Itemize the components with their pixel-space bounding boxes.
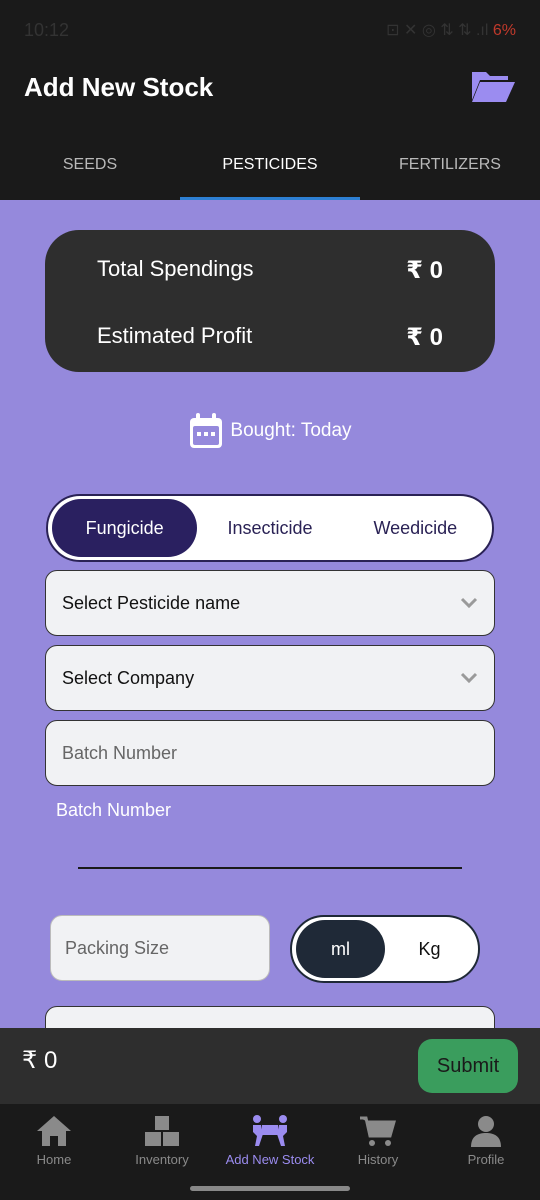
bought-date-text: Bought: Today xyxy=(230,420,352,441)
home-icon xyxy=(37,1116,71,1146)
status-icons: ⊡ ✕ ◎ ⇅ ⇅ .ıl xyxy=(386,22,489,39)
status-indicators: ⊡ ✕ ◎ ⇅ ⇅ .ıl 6% xyxy=(386,20,516,40)
estimated-profit-label: Estimated Profit xyxy=(97,323,253,348)
batch-number-input[interactable]: Batch Number xyxy=(45,720,495,786)
batch-number-helper: Batch Number xyxy=(56,800,172,820)
divider xyxy=(78,867,462,869)
chevron-down-icon xyxy=(460,597,478,609)
pesticide-type-selector: Fungicide Insecticide Weedicide xyxy=(46,494,494,562)
submit-button[interactable]: Submit xyxy=(418,1039,518,1093)
packing-size-placeholder: Packing Size xyxy=(65,937,170,958)
battery-level: 6% xyxy=(492,22,516,39)
status-time: 10:12 xyxy=(24,20,70,40)
estimated-profit-value: ₹ 0 xyxy=(406,324,443,351)
bottom-action-bar: ₹ 0 Submit xyxy=(0,1028,540,1104)
app-bar: Add New Stock xyxy=(0,60,540,120)
nav-item-add-new-stock[interactable]: Add New Stock xyxy=(216,1104,324,1180)
type-option-weedicide[interactable]: Weedicide xyxy=(343,499,488,557)
category-tabs: SEEDS PESTICIDES FERTILIZERS xyxy=(0,130,540,200)
folder-open-icon[interactable] xyxy=(470,66,516,106)
calendar-icon xyxy=(190,413,223,448)
nav-item-history[interactable]: History xyxy=(324,1104,432,1180)
form-content[interactable]: Total Spendings ₹ 0 Estimated Profit ₹ 0… xyxy=(0,200,540,1028)
nav-item-inventory[interactable]: Inventory xyxy=(108,1104,216,1180)
footer-total: ₹ 0 xyxy=(22,1047,58,1074)
nav-item-profile[interactable]: Profile xyxy=(432,1104,540,1180)
status-bar: 10:12 ⊡ ✕ ◎ ⇅ ⇅ .ıl 6% xyxy=(0,0,540,60)
packing-size-input[interactable]: Packing Size xyxy=(50,915,270,981)
total-spendings-row: Total Spendings ₹ 0 xyxy=(97,256,443,285)
pesticide-name-select-label: Select Pesticide name xyxy=(62,592,241,613)
nav-label-profile: Profile xyxy=(467,1152,505,1167)
estimated-profit-row: Estimated Profit ₹ 0 xyxy=(97,323,443,352)
total-spendings-value: ₹ 0 xyxy=(406,257,443,284)
gesture-handle[interactable] xyxy=(190,1186,350,1191)
pesticide-name-select[interactable]: Select Pesticide name xyxy=(45,570,495,636)
bottom-navigation: Home Inventory Add New Stock History Pro… xyxy=(0,1104,540,1180)
chevron-down-icon xyxy=(460,672,478,684)
bought-date-picker[interactable]: Bought: Today xyxy=(0,412,540,450)
nav-item-home[interactable]: Home xyxy=(0,1104,108,1180)
unit-option-kg[interactable]: Kg xyxy=(385,920,474,978)
people-carry-icon xyxy=(253,1115,287,1146)
nav-label-inventory: Inventory xyxy=(135,1152,189,1167)
next-field-partial[interactable] xyxy=(45,1006,495,1028)
nav-label-home: Home xyxy=(36,1152,72,1167)
type-option-insecticide[interactable]: Insecticide xyxy=(197,499,342,557)
boxes-icon xyxy=(145,1116,179,1146)
company-select-label: Select Company xyxy=(62,667,195,688)
type-option-fungicide[interactable]: Fungicide xyxy=(52,499,198,557)
batch-number-placeholder: Batch Number xyxy=(62,742,178,763)
user-icon xyxy=(471,1116,501,1147)
summary-card: Total Spendings ₹ 0 Estimated Profit ₹ 0 xyxy=(45,230,495,372)
nav-label-add-new-stock: Add New Stock xyxy=(225,1152,315,1167)
unit-option-ml[interactable]: ml xyxy=(296,920,385,978)
cart-icon xyxy=(360,1116,396,1146)
company-select[interactable]: Select Company xyxy=(45,645,495,711)
unit-selector: ml Kg xyxy=(290,915,480,983)
nav-label-history: History xyxy=(357,1152,399,1167)
page-title: Add New Stock xyxy=(24,72,214,102)
tab-fertilizers[interactable]: FERTILIZERS xyxy=(360,130,540,200)
tab-seeds[interactable]: SEEDS xyxy=(0,130,180,200)
total-spendings-label: Total Spendings xyxy=(97,256,254,281)
tab-pesticides[interactable]: PESTICIDES xyxy=(180,130,360,200)
